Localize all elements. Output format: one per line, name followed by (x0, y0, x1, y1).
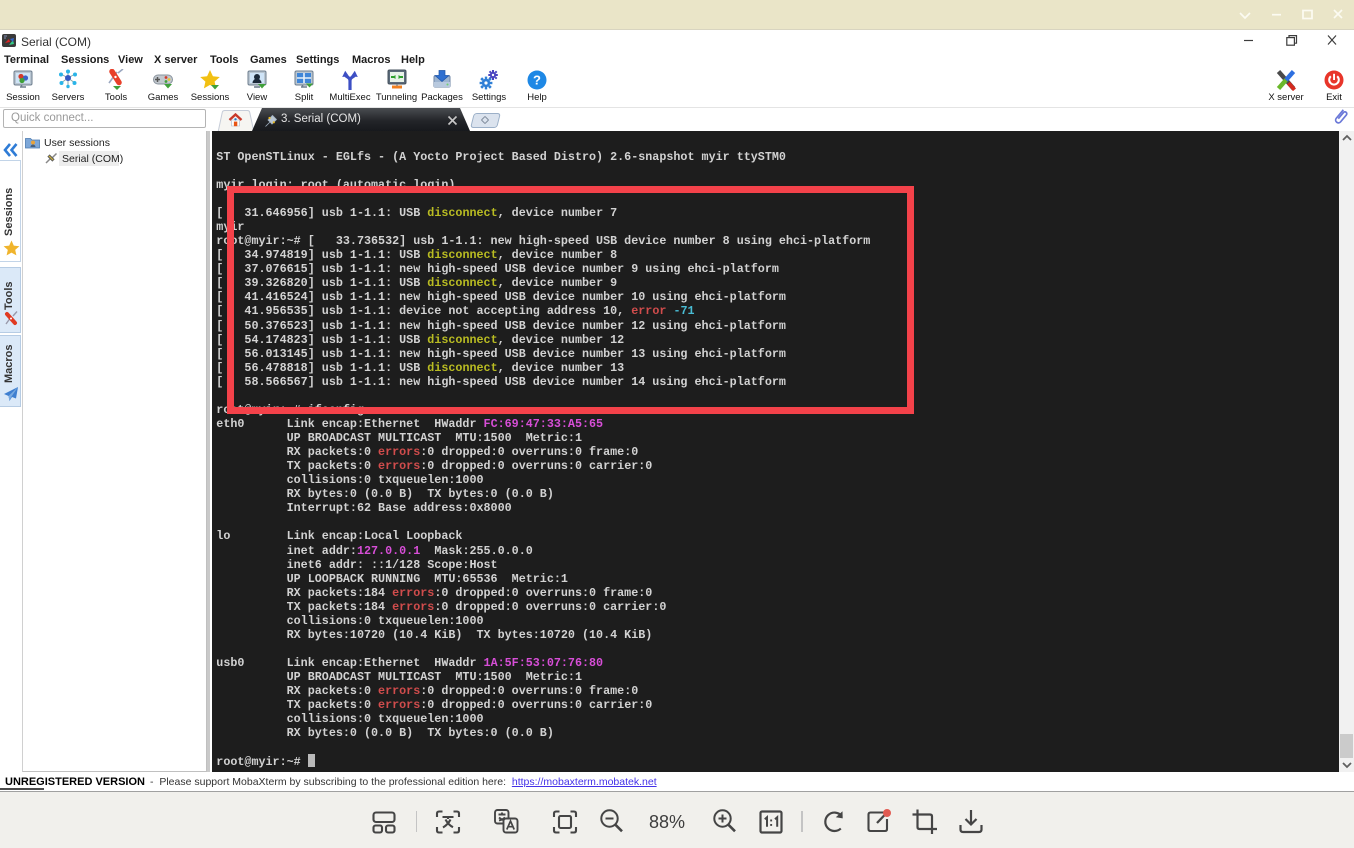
svg-text:?: ? (533, 73, 541, 88)
